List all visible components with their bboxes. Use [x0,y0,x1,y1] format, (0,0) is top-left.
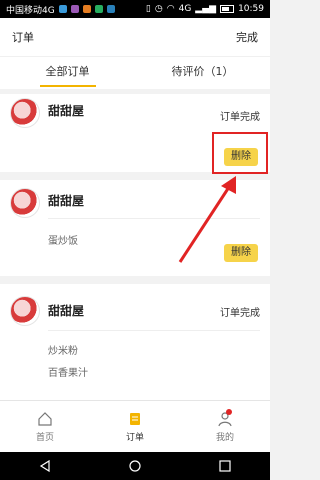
done-button[interactable]: 完成 [236,29,258,45]
order-card[interactable]: 甜甜屋 蛋炒饭 删除 [0,180,270,276]
tab-all-orders[interactable]: 全部订单 [0,57,135,89]
shop-name: 甜甜屋 [48,104,85,118]
top-bar: 订单 完成 [0,18,270,56]
highlight-box [212,132,268,174]
nav-label: 我的 [215,433,234,443]
recent-apps-icon[interactable] [218,459,232,473]
shop-name: 甜甜屋 [48,194,85,208]
home-button-icon[interactable] [128,459,142,473]
carrier-text: 中国移动4G [6,5,55,16]
alarm-icon: ◷ [154,4,163,14]
clock-time: 10:59 [238,4,264,14]
order-card[interactable]: 甜甜屋 订单完成 炒米粉 百香果汁 [0,284,270,400]
home-icon [38,412,52,426]
app-icon [58,5,67,13]
bottom-nav: 首页 订单 我的 [0,400,270,453]
shop-logo [10,98,40,128]
orders-icon [130,413,140,425]
app-icon [94,5,103,13]
nav-home[interactable]: 首页 [0,401,90,453]
status-bar: 中国移动4G ▯ ◷ ◠ 4G ▂▄▆ 10:59 [0,0,270,18]
shop-logo [10,188,40,218]
tab-pending-review[interactable]: 待评价（1） [135,57,270,89]
system-nav-bar [0,452,270,480]
shop-name: 甜甜屋 [48,304,85,318]
network-type: 4G [178,4,192,14]
order-item: 百香果汁 [48,368,88,379]
app-icon [70,5,79,13]
wifi-icon: ◠ [166,4,175,14]
order-item: 炒米粉 [48,346,78,357]
shop-logo [10,296,40,326]
nav-label: 订单 [125,433,144,443]
order-item: 蛋炒饭 [48,236,78,247]
divider [48,330,260,331]
page-title: 订单 [12,31,34,44]
divider [48,218,260,219]
nav-label: 首页 [35,433,54,443]
back-icon[interactable] [38,459,52,473]
app-icon [82,5,91,13]
delete-button[interactable]: 删除 [224,244,258,262]
battery-icon [220,5,235,13]
order-tabs: 全部订单 待评价（1） [0,56,270,89]
signal-icon: ▂▄▆ [195,4,217,14]
app-icon [106,5,115,13]
divider [0,276,270,284]
order-status: 订单完成 [220,112,260,123]
nav-orders[interactable]: 订单 [90,401,180,453]
nav-profile[interactable]: 我的 [180,401,270,453]
vibrate-icon: ▯ [145,4,151,14]
notification-dot [226,409,232,415]
order-status: 订单完成 [220,308,260,319]
